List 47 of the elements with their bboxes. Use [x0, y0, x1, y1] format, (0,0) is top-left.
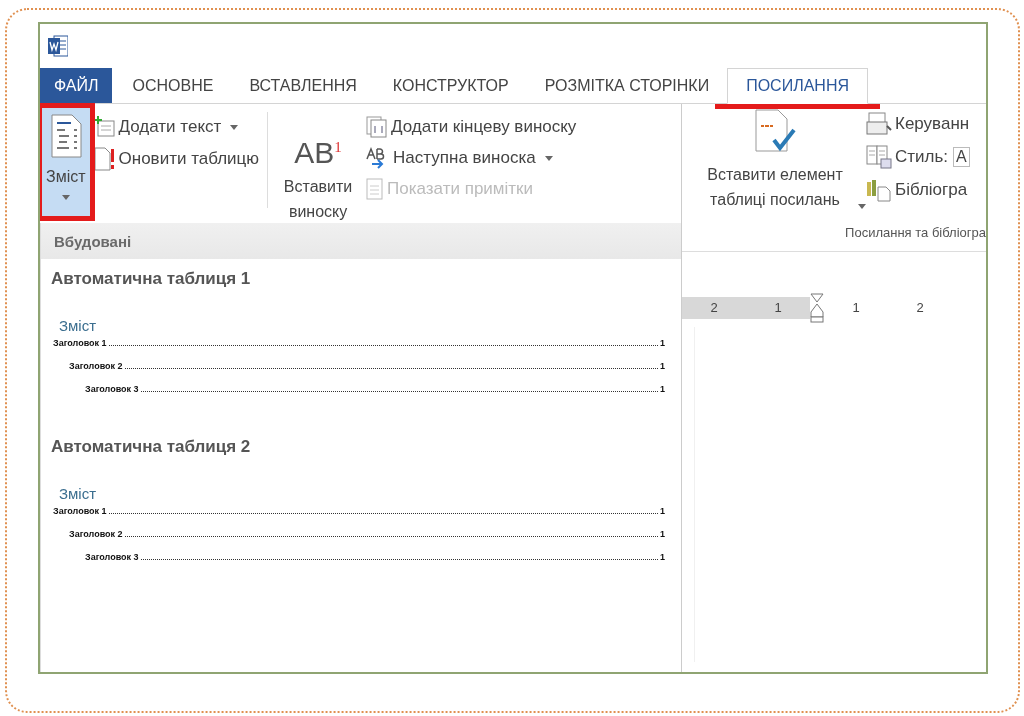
toc-gallery-item[interactable]: Автоматична таблиця 1 Зміст Заголовок 1 1 Заголовок 2 1 Заголовок 3 1 — [41, 259, 681, 427]
page-number: 1 — [660, 506, 665, 516]
ribbon-tab[interactable]: КОНСТРУКТОР — [374, 68, 527, 103]
toc-title: Зміст — [59, 485, 98, 502]
ribbon-tab[interactable]: ВСТАВЛЕННЯ — [231, 68, 375, 103]
ribbon-tab[interactable]: ОСНОВНЕ — [114, 68, 232, 103]
group-label: Посилання та бібліогра — [844, 225, 986, 242]
document-list-icon — [49, 114, 82, 158]
ribbon-button[interactable]: Бібліогра — [866, 178, 970, 202]
toc-entry: Заголовок 2 — [69, 361, 123, 371]
ruler-number: 2 — [682, 297, 746, 319]
ribbon-button[interactable]: Вставити елемент таблиці посилань — [686, 104, 864, 225]
word-logo-icon — [48, 35, 68, 57]
file-tab[interactable]: ФАЙЛ — [40, 68, 113, 103]
document-stack-icon — [866, 112, 892, 136]
page-number: 1 — [660, 338, 665, 348]
page-lines-icon — [366, 178, 385, 200]
toc-gallery-item[interactable]: Автоматична таблиця 2 Зміст Заголовок 1 1 Заголовок 2 1 Заголовок 3 1 — [41, 427, 681, 595]
toc-entry: Заголовок 3 — [85, 552, 139, 562]
toc-entry: Заголовок 2 — [69, 529, 123, 539]
pages-icon — [366, 116, 389, 138]
toc-entry: Заголовок 1 — [53, 506, 107, 516]
page-number: 1 — [660, 361, 665, 371]
ribbon-button[interactable]: Додати текст — [93, 116, 260, 138]
ribbon-button[interactable]: Оновити таблицю — [93, 147, 260, 171]
books-page-icon — [866, 178, 892, 202]
ribbon-tab[interactable]: РОЗМІТКА СТОРІНКИ — [526, 68, 728, 103]
page-number: 1 — [660, 529, 665, 539]
ab-superscript-icon: AB$^{1}$ — [294, 132, 342, 168]
toc-title: Зміст — [59, 317, 98, 334]
gallery-header: Вбудовані — [41, 223, 681, 259]
gallery-item-title: Автоматична таблиця 2 — [51, 437, 252, 457]
indent-marker-icon — [810, 293, 824, 323]
toc-entry: Заголовок 1 — [53, 338, 107, 348]
toc-entry: Заголовок 3 — [85, 384, 139, 394]
ribbon-button[interactable]: Додати кінцеву виноску — [366, 116, 577, 138]
add-page-icon — [93, 116, 116, 138]
ribbon-tab[interactable]: ПОСИЛАННЯ — [727, 68, 868, 104]
gallery-item-title: Автоматична таблиця 1 — [51, 269, 252, 289]
ribbon-button[interactable]: Наступна виноска — [366, 147, 577, 169]
page-number: 1 — [660, 384, 665, 394]
ribbon-button[interactable]: Керуванн — [866, 112, 970, 136]
style-field[interactable]: A — [953, 147, 970, 167]
style-dropdown[interactable]: Стиль: A — [866, 145, 970, 169]
page-number: 1 — [660, 552, 665, 562]
ruler-number: 1 — [746, 297, 810, 319]
book-icon — [866, 145, 892, 169]
